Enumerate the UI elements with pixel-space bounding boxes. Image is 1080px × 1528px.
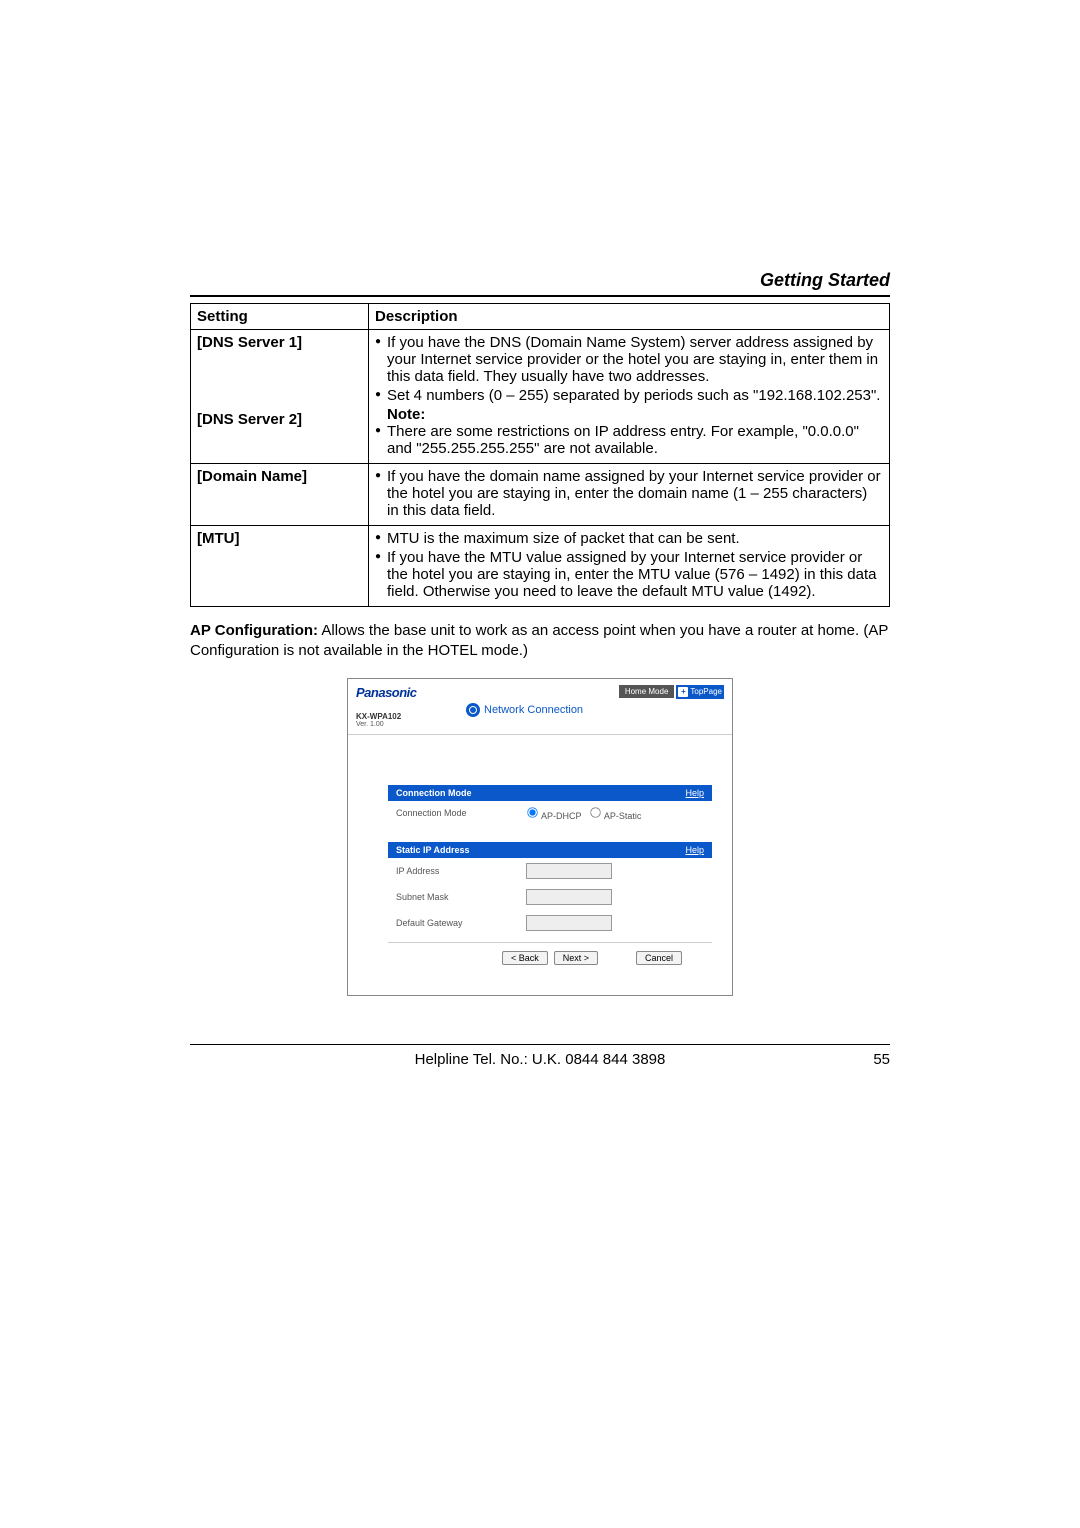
subnet-mask-input[interactable] bbox=[526, 889, 612, 905]
dns-desc-3: There are some restrictions on IP addres… bbox=[375, 423, 883, 457]
cancel-button[interactable]: Cancel bbox=[636, 951, 682, 965]
connection-mode-field: AP-DHCP AP-Static bbox=[526, 806, 704, 821]
col-header-description: Description bbox=[369, 304, 890, 330]
mtu-label: [MTU] bbox=[191, 526, 369, 607]
page-footer: Helpline Tel. No.: U.K. 0844 844 3898 55 bbox=[190, 1044, 890, 1068]
radio-ap-static-label: AP-Static bbox=[604, 811, 642, 821]
row-ip-label: IP Address bbox=[396, 866, 526, 876]
mtu-desc-1: MTU is the maximum size of packet that c… bbox=[375, 530, 883, 547]
config-screenshot: Panasonic KX-WPA102 Ver. 1.00 Network Co… bbox=[347, 678, 733, 996]
domain-label: [Domain Name] bbox=[191, 464, 369, 526]
panel2-title: Static IP Address bbox=[396, 845, 470, 855]
plus-icon: + bbox=[678, 687, 688, 697]
helpline-text: Helpline Tel. No.: U.K. 0844 844 3898 bbox=[240, 1051, 840, 1068]
radio-ap-static[interactable]: AP-Static bbox=[589, 811, 642, 821]
panel-connection-mode-header: Connection Mode Help bbox=[388, 785, 712, 801]
row-connection-mode-label: Connection Mode bbox=[396, 808, 526, 818]
top-page-button[interactable]: + TopPage bbox=[676, 685, 724, 699]
brand-logo: Panasonic bbox=[356, 685, 466, 700]
ap-config-paragraph: AP Configuration: Allows the base unit t… bbox=[190, 621, 890, 662]
panel1-title: Connection Mode bbox=[396, 788, 472, 798]
radio-ap-static-input[interactable] bbox=[590, 807, 600, 817]
divider bbox=[190, 295, 890, 297]
dns-desc-1: If you have the DNS (Domain Name System)… bbox=[375, 334, 883, 385]
settings-table: Setting Description [DNS Server 1] [DNS … bbox=[190, 303, 890, 607]
row-subnet-label: Subnet Mask bbox=[396, 892, 526, 902]
cell-mtu-desc: MTU is the maximum size of packet that c… bbox=[369, 526, 890, 607]
radio-ap-dhcp-label: AP-DHCP bbox=[541, 811, 581, 821]
domain-desc-1: If you have the domain name assigned by … bbox=[375, 468, 883, 519]
ip-address-input[interactable] bbox=[526, 863, 612, 879]
panel1-help-link[interactable]: Help bbox=[685, 788, 704, 798]
mode-label: Home Mode bbox=[619, 685, 675, 698]
col-header-setting: Setting bbox=[191, 304, 369, 330]
model-label: KX-WPA102 bbox=[356, 712, 466, 721]
ap-config-bold: AP Configuration: bbox=[190, 622, 318, 639]
default-gateway-input[interactable] bbox=[526, 915, 612, 931]
page-number: 55 bbox=[840, 1051, 890, 1068]
version-label: Ver. 1.00 bbox=[356, 721, 466, 728]
dns-desc-2: Set 4 numbers (0 – 255) separated by per… bbox=[375, 387, 883, 404]
cell-domain-desc: If you have the domain name assigned by … bbox=[369, 464, 890, 526]
network-icon bbox=[466, 703, 480, 717]
panel-static-ip-header: Static IP Address Help bbox=[388, 842, 712, 858]
row-gateway-label: Default Gateway bbox=[396, 918, 526, 928]
radio-ap-dhcp-input[interactable] bbox=[527, 807, 537, 817]
next-button[interactable]: Next > bbox=[554, 951, 598, 965]
radio-ap-dhcp[interactable]: AP-DHCP bbox=[526, 811, 581, 821]
dns2-label: [DNS Server 2] bbox=[197, 411, 362, 428]
cell-dns-labels: [DNS Server 1] [DNS Server 2] bbox=[191, 330, 369, 464]
cell-dns-desc: If you have the DNS (Domain Name System)… bbox=[369, 330, 890, 464]
back-button[interactable]: < Back bbox=[502, 951, 548, 965]
mtu-desc-2: If you have the MTU value assigned by yo… bbox=[375, 549, 883, 600]
section-title: Getting Started bbox=[190, 270, 890, 291]
panel2-help-link[interactable]: Help bbox=[685, 845, 704, 855]
page-title: Network Connection bbox=[484, 704, 583, 716]
top-page-text: TopPage bbox=[690, 687, 722, 696]
dns1-label: [DNS Server 1] bbox=[197, 334, 362, 351]
note-label: Note: bbox=[375, 406, 883, 423]
